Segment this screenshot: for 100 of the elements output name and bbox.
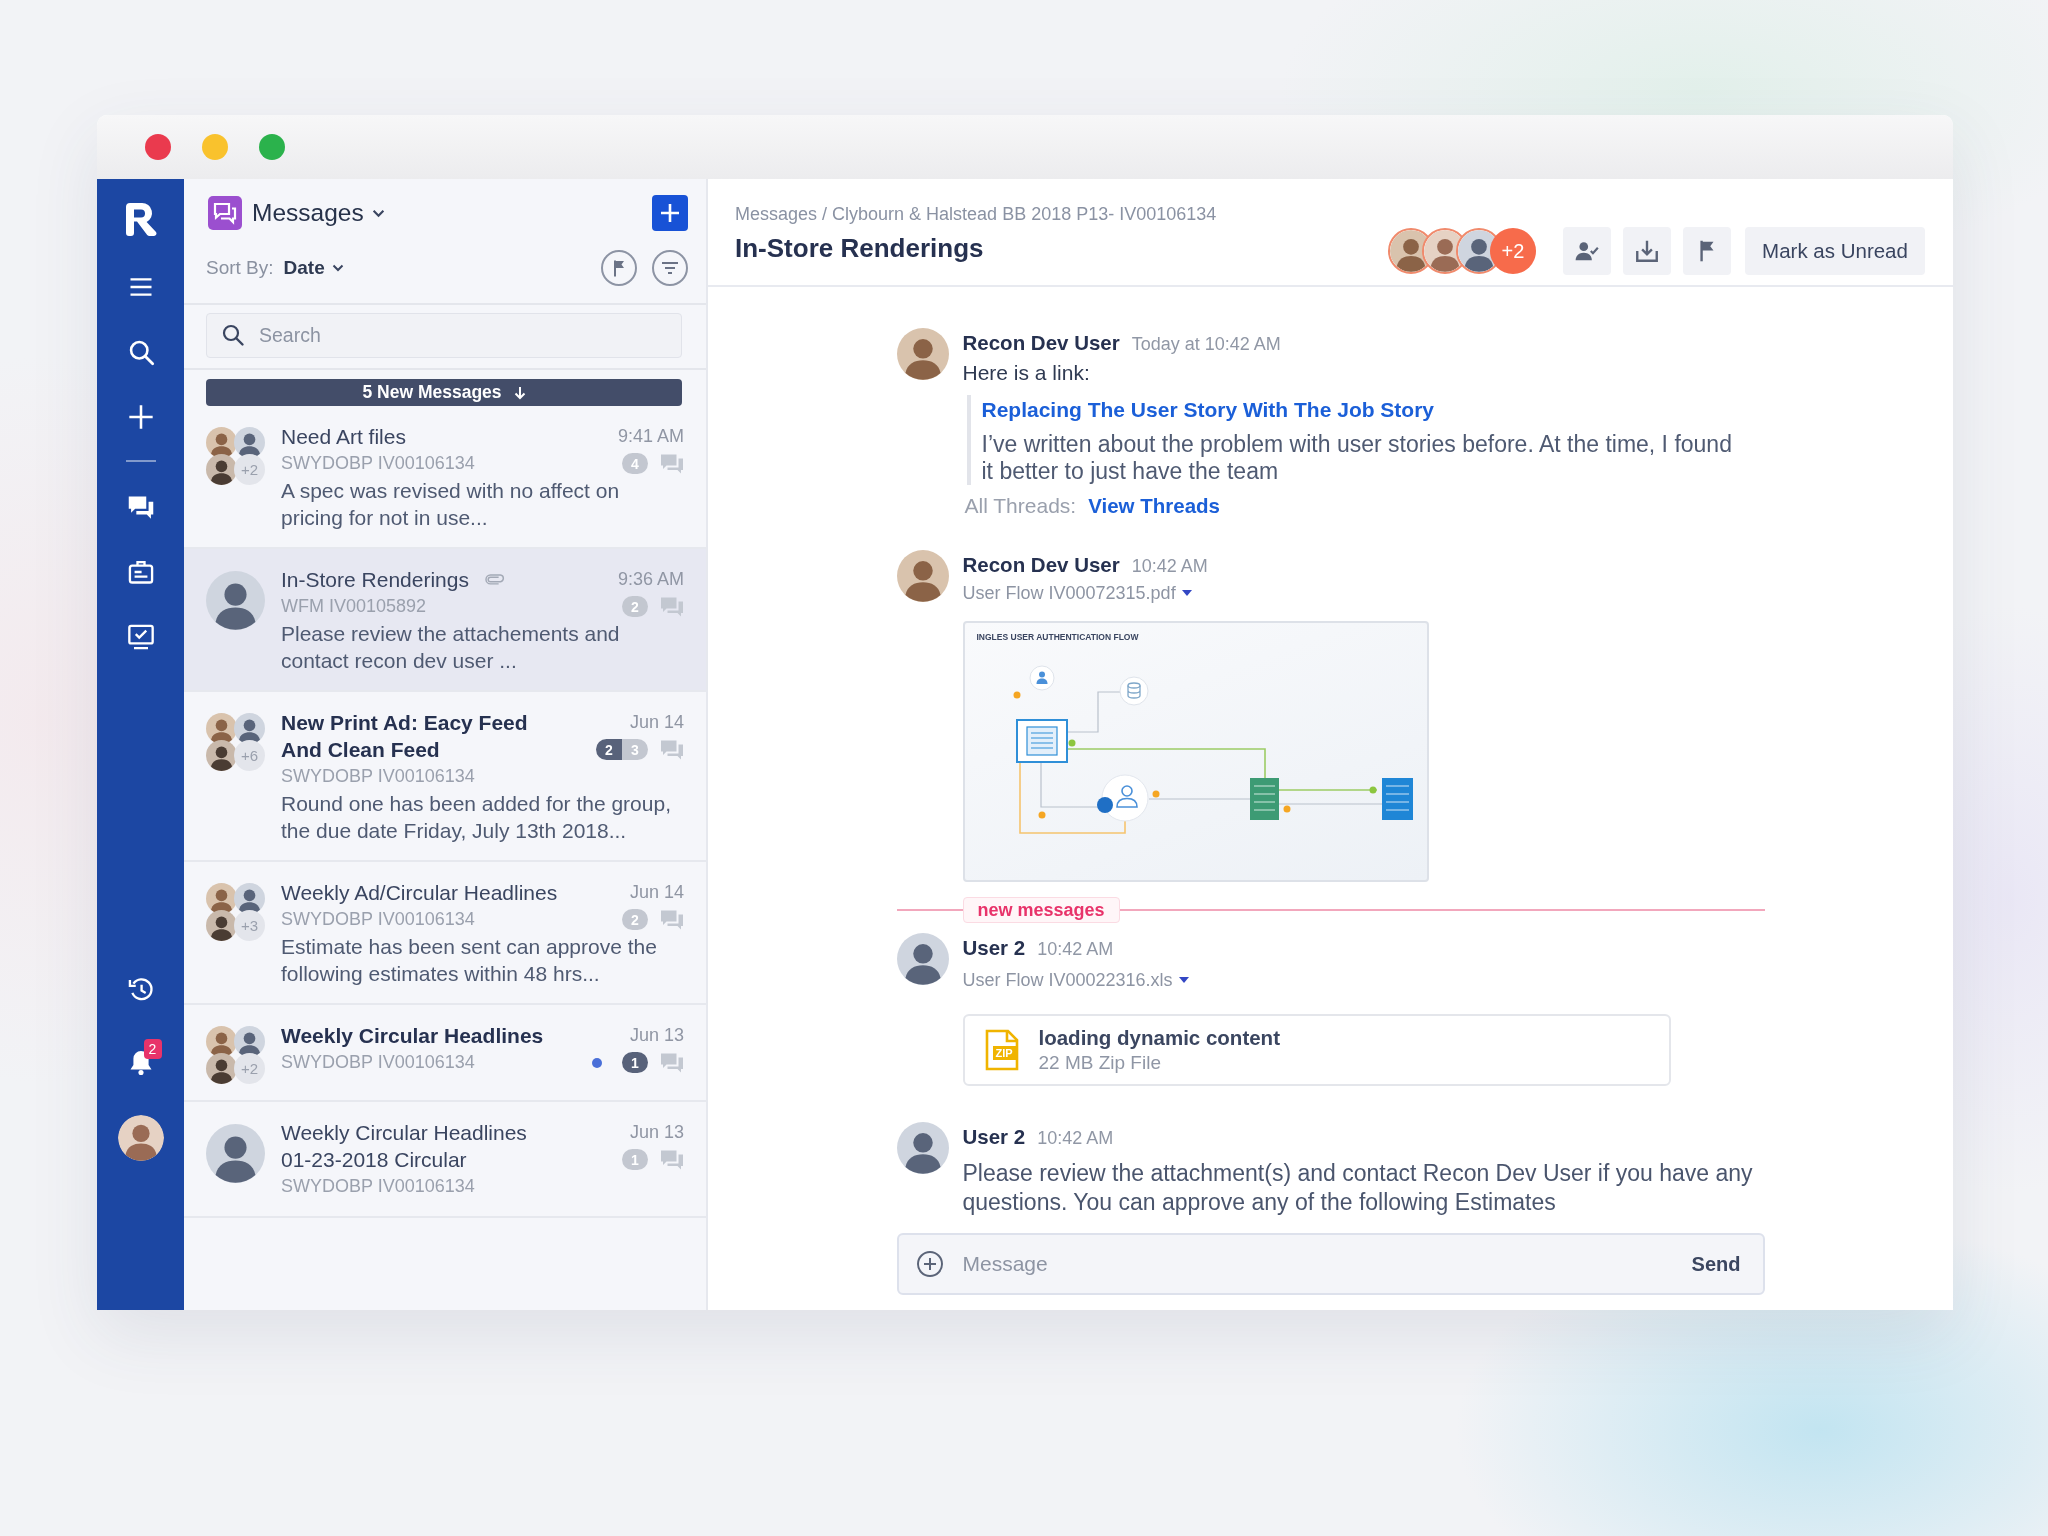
add-icon[interactable]: [126, 403, 155, 431]
thread-title: Weekly Circular Headlines 01-23-2018 Circular: [281, 1120, 528, 1173]
download-button[interactable]: [1623, 227, 1671, 275]
arrow-down-icon: [513, 385, 526, 400]
count-badge: 2: [622, 596, 648, 617]
thread-time: Jun 13: [629, 1024, 684, 1047]
avatar: [234, 427, 265, 458]
person-check-button[interactable]: [1563, 227, 1611, 275]
thread-item[interactable]: In-Store Renderings WFM IV00105892 9:36 AM 2 Please review the attachements and contact recon dev user ...: [184, 549, 706, 692]
document-preview[interactable]: INGLES USER AUTHENTICATION FLOW: [962, 621, 1429, 882]
search-icon: [221, 323, 245, 347]
thread-title: Weekly Ad/Circular Headlines: [281, 880, 558, 906]
filter-button[interactable]: [652, 250, 688, 286]
flag-button[interactable]: [601, 250, 637, 286]
file-size: 22 MB Zip File: [1038, 1051, 1162, 1075]
avatar: [206, 1124, 265, 1183]
threads-label: All Threads:: [964, 493, 1077, 519]
count-badge: 1: [622, 1149, 648, 1170]
thread-title: In-Store Renderings: [281, 567, 469, 593]
thread-title: New Print Ad: Eacy Feed And Clean Feed: [281, 710, 529, 763]
message-time: 10:42 AM: [1131, 555, 1208, 578]
thread-preview: Round one has been added for the group, the due date Friday, July 13th 2018...: [281, 791, 672, 844]
avatar: [896, 550, 949, 602]
breadcrumb: Messages / Clybourn & Halstead BB 2018 P13- IV00106134: [735, 203, 1217, 226]
sort-label: Sort By:: [206, 257, 274, 279]
avatar: [206, 1053, 237, 1084]
preview-title: INGLES USER AUTHENTICATION FLOW: [976, 631, 1139, 643]
caret-icon: [371, 208, 385, 218]
file-type-label: ZIP: [992, 1046, 1016, 1060]
thread-item[interactable]: +2 Weekly Circular Headlines SWYDOBP IV00106134 Jun 13 1: [184, 1005, 706, 1102]
avatar: [206, 454, 237, 485]
thread-reference: SWYDOBP IV00106134: [281, 452, 475, 475]
new-messages-banner[interactable]: 5 New Messages: [206, 379, 682, 406]
new-messages-label: new messages: [962, 897, 1120, 923]
file-card[interactable]: ZIP loading dynamic content 22 MB Zip File: [962, 1014, 1671, 1086]
briefcase-icon[interactable]: [126, 558, 155, 586]
more-count: +3: [234, 910, 265, 941]
link-title[interactable]: Replacing The User Story With The Job Story: [981, 395, 1435, 425]
author-name: Recon Dev User: [962, 330, 1120, 356]
message-time: 10:42 AM: [1037, 938, 1114, 961]
thread-reference: SWYDOBP IV00106134: [281, 765, 476, 788]
avatar: [234, 883, 265, 914]
chat-bubbles-icon: [208, 196, 242, 230]
thread-reference: WFM IV00105892: [281, 595, 428, 618]
message-text: Here is a link:: [962, 360, 1091, 386]
thread-reference: SWYDOBP IV00106134: [281, 1051, 476, 1074]
message-text: Please review the attachment(s) and contact Recon Dev User if you have any questions. You can approve any of the following Estimates: [962, 1159, 1754, 1217]
caret-icon: [1178, 977, 1189, 983]
plus-icon: [660, 203, 680, 223]
thread-time: Jun 13: [629, 1121, 684, 1144]
more-count: +6: [234, 740, 265, 771]
count-badge: 1: [622, 1052, 648, 1073]
count-badge: 4: [622, 453, 648, 474]
avatar: [234, 713, 265, 744]
message-input[interactable]: Message Send: [896, 1233, 1765, 1295]
avatar: [234, 1026, 265, 1057]
thread-time: 9:36 AM: [617, 568, 684, 591]
add-circle-icon[interactable]: [915, 1250, 944, 1278]
avatar: [896, 1122, 949, 1174]
close-button[interactable]: [145, 134, 171, 160]
author-name: User 2: [962, 935, 1026, 961]
monitor-check-icon[interactable]: [126, 623, 155, 651]
comment-icon: [660, 452, 684, 475]
flag-button[interactable]: [1683, 227, 1731, 275]
send-button[interactable]: Send: [1691, 1252, 1741, 1276]
search-field[interactable]: Search: [206, 313, 682, 358]
more-count: +2: [234, 454, 265, 485]
count-badge: 2: [622, 909, 648, 930]
thread-time: 9:41 AM: [617, 425, 684, 448]
comment-icon: [660, 908, 684, 931]
thread-time: Jun 14: [629, 711, 684, 734]
avatar: [206, 740, 237, 771]
thread-item[interactable]: +3 Weekly Ad/Circular Headlines SWYDOBP IV00106134 Jun 14 2 Estimate has been sent can approve the following estimates within 48 hrs...: [184, 862, 706, 1005]
conversation-title: In-Store Renderings: [735, 232, 985, 265]
caret-icon: [331, 264, 344, 272]
notification-badge: 2: [143, 1039, 162, 1059]
thread-reference: SWYDOBP IV00106134: [281, 1175, 476, 1198]
thread-time: Jun 14: [629, 881, 684, 904]
thread-item[interactable]: +6 New Print Ad: Eacy Feed And Clean Feed SWYDOBP IV00106134 Jun 14 2 3 Round one has been added for the group, the due date Friday, July 13th 2018...: [184, 692, 706, 862]
thread-title: Weekly Circular Headlines: [281, 1023, 544, 1049]
avatar: [206, 910, 237, 941]
thread-item[interactable]: Weekly Circular Headlines 01-23-2018 Circular SWYDOBP IV00106134 Jun 13 1: [184, 1102, 706, 1218]
message-time: Today at 10:42 AM: [1131, 333, 1281, 356]
profile-avatar[interactable]: [117, 1115, 164, 1161]
author-name: Recon Dev User: [962, 552, 1120, 578]
messages-dropdown[interactable]: Messages: [252, 197, 385, 229]
new-message-button[interactable]: [652, 195, 688, 231]
author-name: User 2: [962, 1124, 1026, 1150]
view-threads-link[interactable]: View Threads: [1088, 492, 1220, 520]
count-badge: 3: [622, 739, 648, 760]
mark-unread-button[interactable]: Mark as Unread: [1745, 227, 1925, 275]
caret-icon: [1181, 590, 1192, 596]
avatar: [896, 328, 949, 380]
count-badge: 2: [596, 739, 622, 760]
file-title: loading dynamic content: [1038, 1025, 1280, 1051]
more-count: +2: [234, 1053, 265, 1084]
thread-reference: SWYDOBP IV00106134: [281, 908, 476, 931]
link-excerpt: I’ve written about the problem with user stories before. At the time, I found it better to just have the team: [981, 431, 1733, 485]
comment-icon: [660, 1148, 684, 1171]
sort-dropdown[interactable]: Date: [283, 257, 344, 279]
